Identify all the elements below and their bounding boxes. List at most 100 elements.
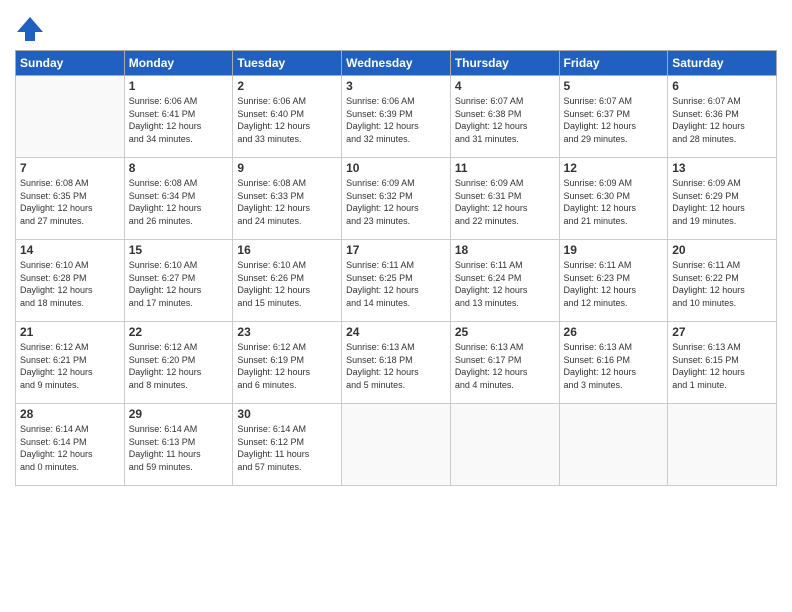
calendar-cell: 2 Sunrise: 6:06 AM Sunset: 6:40 PM Daylig…: [233, 76, 342, 158]
day-info: Sunrise: 6:07 AM Sunset: 6:37 PM Dayligh…: [564, 95, 664, 145]
day-number: 20: [672, 243, 772, 257]
day-info: Sunrise: 6:11 AM Sunset: 6:25 PM Dayligh…: [346, 259, 446, 309]
day-number: 9: [237, 161, 337, 175]
calendar-cell: 5 Sunrise: 6:07 AM Sunset: 6:37 PM Daylig…: [559, 76, 668, 158]
weekday-header-sunday: Sunday: [16, 51, 125, 76]
calendar-table: SundayMondayTuesdayWednesdayThursdayFrid…: [15, 50, 777, 486]
calendar-week-5: 28 Sunrise: 6:14 AM Sunset: 6:14 PM Dayli…: [16, 404, 777, 486]
day-info: Sunrise: 6:07 AM Sunset: 6:36 PM Dayligh…: [672, 95, 772, 145]
day-info: Sunrise: 6:06 AM Sunset: 6:41 PM Dayligh…: [129, 95, 229, 145]
calendar-cell: 20 Sunrise: 6:11 AM Sunset: 6:22 PM Dayli…: [668, 240, 777, 322]
page: SundayMondayTuesdayWednesdayThursdayFrid…: [0, 0, 792, 612]
weekday-header-thursday: Thursday: [450, 51, 559, 76]
day-number: 6: [672, 79, 772, 93]
calendar-cell: 26 Sunrise: 6:13 AM Sunset: 6:16 PM Dayli…: [559, 322, 668, 404]
day-number: 15: [129, 243, 229, 257]
day-info: Sunrise: 6:06 AM Sunset: 6:40 PM Dayligh…: [237, 95, 337, 145]
day-info: Sunrise: 6:08 AM Sunset: 6:33 PM Dayligh…: [237, 177, 337, 227]
day-info: Sunrise: 6:07 AM Sunset: 6:38 PM Dayligh…: [455, 95, 555, 145]
weekday-header-friday: Friday: [559, 51, 668, 76]
logo: [15, 14, 49, 44]
day-number: 21: [20, 325, 120, 339]
logo-icon: [15, 14, 45, 44]
day-info: Sunrise: 6:12 AM Sunset: 6:20 PM Dayligh…: [129, 341, 229, 391]
day-info: Sunrise: 6:08 AM Sunset: 6:35 PM Dayligh…: [20, 177, 120, 227]
weekday-header-monday: Monday: [124, 51, 233, 76]
calendar-cell: [16, 76, 125, 158]
calendar-cell: 9 Sunrise: 6:08 AM Sunset: 6:33 PM Daylig…: [233, 158, 342, 240]
calendar-week-4: 21Sunrise: 6:12 AM Sunset: 6:21 PM Dayli…: [16, 322, 777, 404]
calendar-cell: 29 Sunrise: 6:14 AM Sunset: 6:13 PM Dayli…: [124, 404, 233, 486]
calendar-cell: 18 Sunrise: 6:11 AM Sunset: 6:24 PM Dayli…: [450, 240, 559, 322]
calendar-cell: 3 Sunrise: 6:06 AM Sunset: 6:39 PM Daylig…: [342, 76, 451, 158]
day-info: Sunrise: 6:10 AM Sunset: 6:26 PM Dayligh…: [237, 259, 337, 309]
day-info: Sunrise: 6:11 AM Sunset: 6:23 PM Dayligh…: [564, 259, 664, 309]
calendar-week-3: 14 Sunrise: 6:10 AM Sunset: 6:28 PM Dayli…: [16, 240, 777, 322]
calendar-cell: 22 Sunrise: 6:12 AM Sunset: 6:20 PM Dayli…: [124, 322, 233, 404]
calendar-week-1: 1 Sunrise: 6:06 AM Sunset: 6:41 PM Daylig…: [16, 76, 777, 158]
day-number: 27: [672, 325, 772, 339]
day-info: Sunrise: 6:12 AM Sunset: 6:19 PM Dayligh…: [237, 341, 337, 391]
calendar-cell: [450, 404, 559, 486]
day-number: 7: [20, 161, 120, 175]
calendar-cell: 15 Sunrise: 6:10 AM Sunset: 6:27 PM Dayli…: [124, 240, 233, 322]
day-number: 29: [129, 407, 229, 421]
day-info: Sunrise: 6:09 AM Sunset: 6:29 PM Dayligh…: [672, 177, 772, 227]
calendar-cell: 13Sunrise: 6:09 AM Sunset: 6:29 PM Dayli…: [668, 158, 777, 240]
day-number: 8: [129, 161, 229, 175]
day-number: 3: [346, 79, 446, 93]
weekday-header-row: SundayMondayTuesdayWednesdayThursdayFrid…: [16, 51, 777, 76]
day-info: Sunrise: 6:13 AM Sunset: 6:15 PM Dayligh…: [672, 341, 772, 391]
day-info: Sunrise: 6:11 AM Sunset: 6:24 PM Dayligh…: [455, 259, 555, 309]
day-number: 25: [455, 325, 555, 339]
day-info: Sunrise: 6:14 AM Sunset: 6:13 PM Dayligh…: [129, 423, 229, 473]
calendar-cell: 16 Sunrise: 6:10 AM Sunset: 6:26 PM Dayli…: [233, 240, 342, 322]
calendar-cell: 27 Sunrise: 6:13 AM Sunset: 6:15 PM Dayli…: [668, 322, 777, 404]
day-info: Sunrise: 6:14 AM Sunset: 6:14 PM Dayligh…: [20, 423, 120, 473]
calendar-cell: 11Sunrise: 6:09 AM Sunset: 6:31 PM Dayli…: [450, 158, 559, 240]
calendar-cell: 25Sunrise: 6:13 AM Sunset: 6:17 PM Dayli…: [450, 322, 559, 404]
day-number: 14: [20, 243, 120, 257]
calendar-cell: [668, 404, 777, 486]
day-number: 26: [564, 325, 664, 339]
calendar-week-2: 7 Sunrise: 6:08 AM Sunset: 6:35 PM Daylig…: [16, 158, 777, 240]
day-number: 22: [129, 325, 229, 339]
day-number: 1: [129, 79, 229, 93]
day-info: Sunrise: 6:10 AM Sunset: 6:28 PM Dayligh…: [20, 259, 120, 309]
calendar-cell: 8 Sunrise: 6:08 AM Sunset: 6:34 PM Daylig…: [124, 158, 233, 240]
calendar-cell: 23 Sunrise: 6:12 AM Sunset: 6:19 PM Dayli…: [233, 322, 342, 404]
calendar-cell: [559, 404, 668, 486]
calendar-cell: 30Sunrise: 6:14 AM Sunset: 6:12 PM Dayli…: [233, 404, 342, 486]
calendar-cell: 21Sunrise: 6:12 AM Sunset: 6:21 PM Dayli…: [16, 322, 125, 404]
day-info: Sunrise: 6:11 AM Sunset: 6:22 PM Dayligh…: [672, 259, 772, 309]
day-number: 23: [237, 325, 337, 339]
day-number: 5: [564, 79, 664, 93]
day-info: Sunrise: 6:09 AM Sunset: 6:30 PM Dayligh…: [564, 177, 664, 227]
day-number: 12: [564, 161, 664, 175]
calendar-cell: 12 Sunrise: 6:09 AM Sunset: 6:30 PM Dayli…: [559, 158, 668, 240]
calendar-cell: 14 Sunrise: 6:10 AM Sunset: 6:28 PM Dayli…: [16, 240, 125, 322]
day-info: Sunrise: 6:06 AM Sunset: 6:39 PM Dayligh…: [346, 95, 446, 145]
day-info: Sunrise: 6:10 AM Sunset: 6:27 PM Dayligh…: [129, 259, 229, 309]
calendar-cell: [342, 404, 451, 486]
day-info: Sunrise: 6:13 AM Sunset: 6:16 PM Dayligh…: [564, 341, 664, 391]
day-info: Sunrise: 6:09 AM Sunset: 6:32 PM Dayligh…: [346, 177, 446, 227]
day-number: 17: [346, 243, 446, 257]
day-number: 28: [20, 407, 120, 421]
day-number: 24: [346, 325, 446, 339]
header: [15, 10, 777, 44]
day-info: Sunrise: 6:08 AM Sunset: 6:34 PM Dayligh…: [129, 177, 229, 227]
day-number: 16: [237, 243, 337, 257]
calendar-cell: 1 Sunrise: 6:06 AM Sunset: 6:41 PM Daylig…: [124, 76, 233, 158]
day-info: Sunrise: 6:14 AM Sunset: 6:12 PM Dayligh…: [237, 423, 337, 473]
day-number: 2: [237, 79, 337, 93]
day-info: Sunrise: 6:09 AM Sunset: 6:31 PM Dayligh…: [455, 177, 555, 227]
weekday-header-saturday: Saturday: [668, 51, 777, 76]
day-number: 4: [455, 79, 555, 93]
day-number: 10: [346, 161, 446, 175]
calendar-cell: 6 Sunrise: 6:07 AM Sunset: 6:36 PM Daylig…: [668, 76, 777, 158]
day-number: 18: [455, 243, 555, 257]
calendar-cell: 10 Sunrise: 6:09 AM Sunset: 6:32 PM Dayli…: [342, 158, 451, 240]
calendar-cell: 7 Sunrise: 6:08 AM Sunset: 6:35 PM Daylig…: [16, 158, 125, 240]
day-number: 19: [564, 243, 664, 257]
